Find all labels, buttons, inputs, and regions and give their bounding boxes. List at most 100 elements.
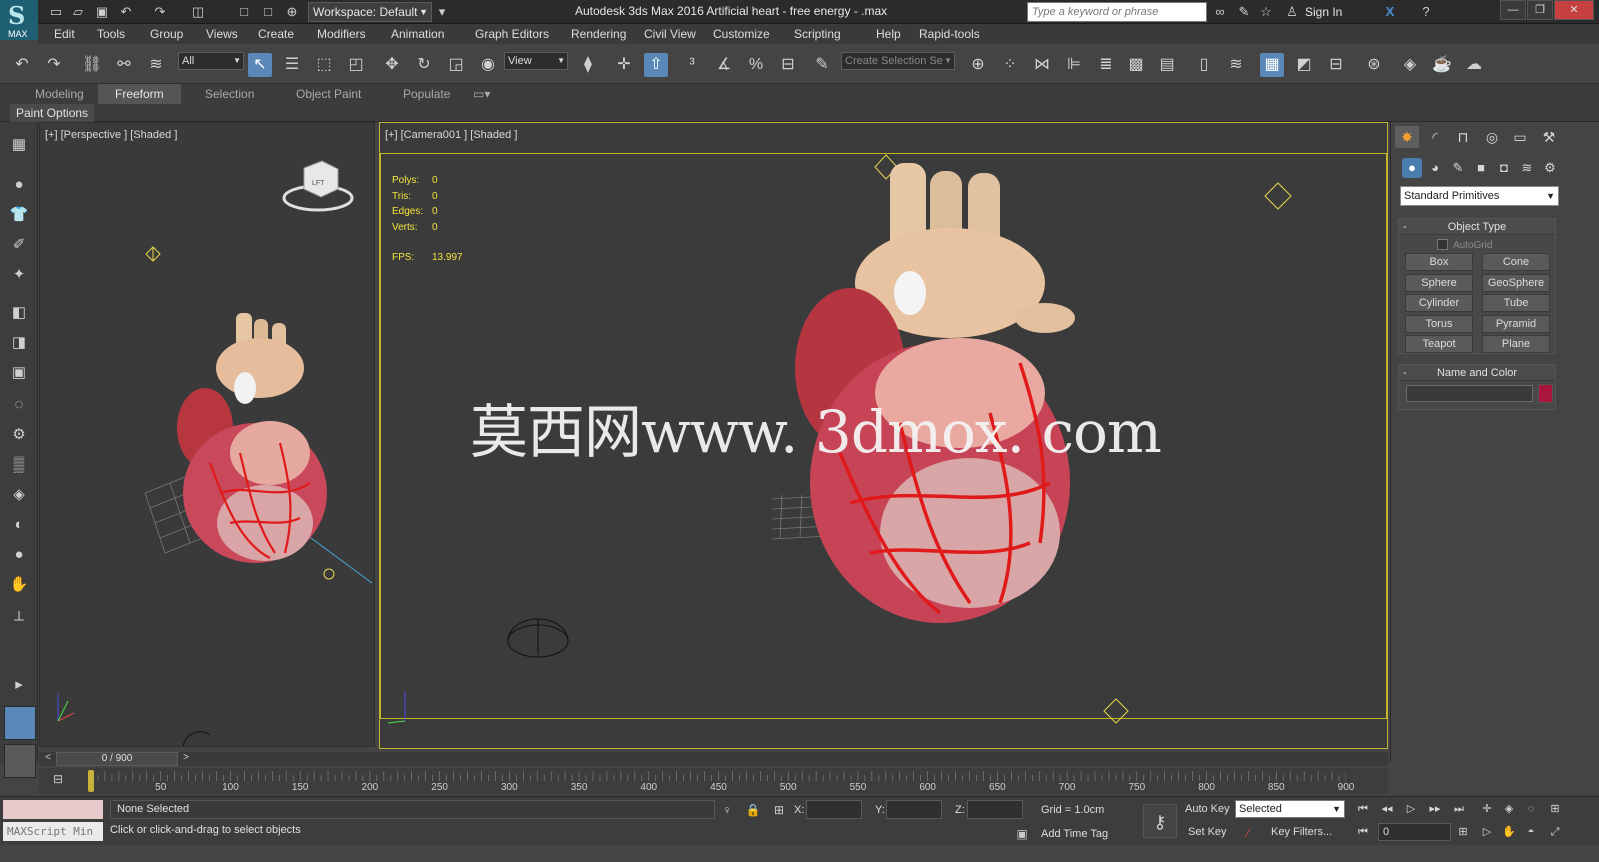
mini-curve-editor-icon[interactable]: ⊟ — [53, 772, 63, 786]
time-slider-prev[interactable]: < — [42, 752, 54, 766]
menu-help[interactable]: Help — [876, 27, 901, 41]
window-crossing-icon[interactable]: ◰ — [344, 53, 368, 77]
keyboard-shortcut-override-icon[interactable]: ⇧ — [644, 53, 668, 77]
teapot-button[interactable]: Teapot — [1405, 335, 1473, 353]
sign-in-link[interactable]: Sign In — [1305, 5, 1342, 19]
reference-coordinate-dropdown[interactable]: View ▼ — [504, 52, 568, 70]
lock-selection-icon[interactable]: 🔒 — [745, 802, 761, 818]
viewcube-icon[interactable]: LFT — [282, 160, 354, 212]
tab-object-paint[interactable]: Object Paint — [279, 84, 378, 104]
isolate-icon[interactable]: ⊕ — [966, 53, 990, 77]
cylinder-button[interactable]: Cylinder — [1405, 294, 1473, 312]
ribbon-toggle-icon[interactable]: ▯ — [1192, 53, 1216, 77]
box-button[interactable]: Box — [1405, 253, 1473, 271]
systems-icon[interactable]: ⚙ — [1540, 158, 1560, 178]
bind-space-warp-icon[interactable]: ≋ — [144, 53, 168, 77]
spinner-snap-icon[interactable]: ⊟ — [776, 53, 800, 77]
camera-viewport[interactable]: [+] [Camera001 ] [Shaded ] Polys: 0 Tris:… — [379, 122, 1388, 749]
time-slider[interactable]: < 0 / 900 > — [39, 752, 1388, 766]
menu-group[interactable]: Group — [150, 27, 183, 41]
menu-views[interactable]: Views — [206, 27, 238, 41]
cameras-icon[interactable]: ■ — [1471, 158, 1491, 178]
orbit-icon[interactable]: ◌ — [8, 394, 30, 416]
named-selection-sets-dropdown[interactable]: Create Selection Se ▼ — [841, 52, 955, 70]
object-name-input[interactable] — [1406, 385, 1533, 402]
scene-explorer-icon[interactable]: ▤ — [1155, 53, 1179, 77]
viewport-layout-icon[interactable]: ▦ — [8, 134, 30, 156]
time-slider-thumb[interactable]: 0 / 900 — [56, 752, 178, 766]
render-production-icon[interactable]: ◈ — [1398, 53, 1422, 77]
render-iterative-icon[interactable]: ☕ — [1430, 53, 1454, 77]
create-tab-icon[interactable]: ✸ — [1395, 126, 1419, 148]
schematic-view-icon[interactable]: ▦ — [1260, 53, 1284, 77]
next-frame-icon[interactable]: ▸▸ — [1426, 801, 1444, 817]
menu-scripting[interactable]: Scripting — [794, 27, 841, 41]
cone-button[interactable]: Cone — [1482, 253, 1550, 271]
close-button[interactable]: ✕ — [1554, 0, 1594, 20]
undo-icon[interactable]: ↶ — [10, 53, 34, 77]
subscription-icon[interactable]: ✎ — [1236, 4, 1252, 20]
sphere-brush-icon[interactable]: ● — [8, 174, 30, 196]
material-editor-icon[interactable]: ◩ — [1292, 53, 1316, 77]
auto-key-button[interactable]: Auto Key — [1185, 803, 1230, 815]
redo-icon[interactable]: ↷ — [152, 4, 168, 20]
viewport-layout-tab-active[interactable] — [4, 706, 36, 740]
menu-rapid-tools[interactable]: Rapid-tools — [919, 27, 980, 41]
menu-civil-view[interactable]: Civil View — [644, 27, 696, 41]
maxscript-listener-input[interactable] — [3, 800, 103, 819]
zoom-all-icon[interactable]: ◈ — [1500, 801, 1518, 817]
object-category-dropdown[interactable]: Standard Primitives ▼ — [1400, 186, 1559, 206]
align-icon[interactable]: ⊫ — [1062, 53, 1086, 77]
track-bar[interactable]: ⊟ 50 100 150 200 250 300 350 400 450 500 550 600 650… — [39, 768, 1388, 794]
settings-gear-icon[interactable]: ⚙ — [8, 424, 30, 446]
isolate-selection-icon[interactable]: ♀ — [719, 802, 735, 818]
play-marker-icon[interactable]: ◨ — [8, 332, 30, 354]
select-by-name-icon[interactable]: ☰ — [280, 53, 304, 77]
rectangular-selection-icon[interactable]: ⬚ — [312, 53, 336, 77]
tab-populate[interactable]: Populate — [386, 84, 467, 104]
menu-tools[interactable]: Tools — [97, 27, 125, 41]
maximize-toggle-icon[interactable]: ⤢ — [1546, 824, 1564, 840]
expand-arrow-icon[interactable]: ▸ — [8, 674, 30, 696]
scale-icon[interactable]: ◲ — [444, 53, 468, 77]
pan-hand-icon[interactable]: ✋ — [8, 574, 30, 596]
geometry-icon[interactable]: ● — [1402, 158, 1422, 178]
unlink-icon[interactable]: ⚯ — [112, 53, 136, 77]
graphite-toggle-icon[interactable]: ▩ — [1124, 53, 1148, 77]
menu-graph-editors[interactable]: Graph Editors — [475, 27, 549, 41]
mixer-icon[interactable]: ▣ — [8, 362, 30, 384]
quick-access-dropdown-icon[interactable]: ▾ — [434, 4, 450, 20]
link-icon[interactable]: ⛓ — [80, 53, 104, 77]
place-icon[interactable]: ◉ — [476, 53, 500, 77]
light-icon[interactable]: ● — [8, 544, 30, 566]
display-tab-icon[interactable]: ▭ — [1508, 126, 1532, 148]
snaps-toggle-icon[interactable]: ³ — [680, 53, 704, 77]
ribbon-options-icon[interactable]: ▭▾ — [465, 84, 498, 104]
heart-model[interactable] — [177, 313, 327, 563]
maxscript-mini-listener[interactable]: MAXScript Min — [3, 822, 103, 841]
zoom-icon[interactable]: ✛ — [1478, 801, 1496, 817]
favorites-star-icon[interactable]: ☆ — [1258, 4, 1274, 20]
binoculars-icon[interactable]: ∞ — [1212, 4, 1228, 20]
pivot-center-icon[interactable]: ⧫ — [576, 53, 600, 77]
keyframe-icon[interactable]: ◧ — [8, 302, 30, 324]
minimize-button[interactable]: — — [1500, 0, 1526, 20]
workspace-icon[interactable]: ⊕ — [284, 4, 300, 20]
object-type-rollout-header[interactable]: - Object Type — [1399, 219, 1555, 235]
menu-create[interactable]: Create — [258, 27, 294, 41]
motion-tab-icon[interactable]: ◎ — [1480, 126, 1504, 148]
menu-modifiers[interactable]: Modifiers — [317, 27, 366, 41]
tab-freeform[interactable]: Freeform — [98, 84, 181, 104]
tool-icon[interactable]: ✐ — [8, 234, 30, 256]
menu-rendering[interactable]: Rendering — [571, 27, 626, 41]
paint-options-panel[interactable]: Paint Options — [10, 104, 95, 122]
noise-icon[interactable]: ▒ — [8, 454, 30, 476]
select-object-icon[interactable]: ↖ — [248, 53, 272, 77]
go-to-end-icon[interactable]: ⏭ — [1450, 801, 1468, 817]
rendered-frame-icon[interactable]: ⊛ — [1362, 53, 1386, 77]
pan-view-icon[interactable]: ✋ — [1500, 824, 1518, 840]
geosphere-button[interactable]: GeoSphere — [1482, 274, 1550, 292]
render-online-icon[interactable]: ☁ — [1462, 53, 1486, 77]
x-coordinate-field[interactable] — [806, 800, 862, 819]
tube-button[interactable]: Tube — [1482, 294, 1550, 312]
